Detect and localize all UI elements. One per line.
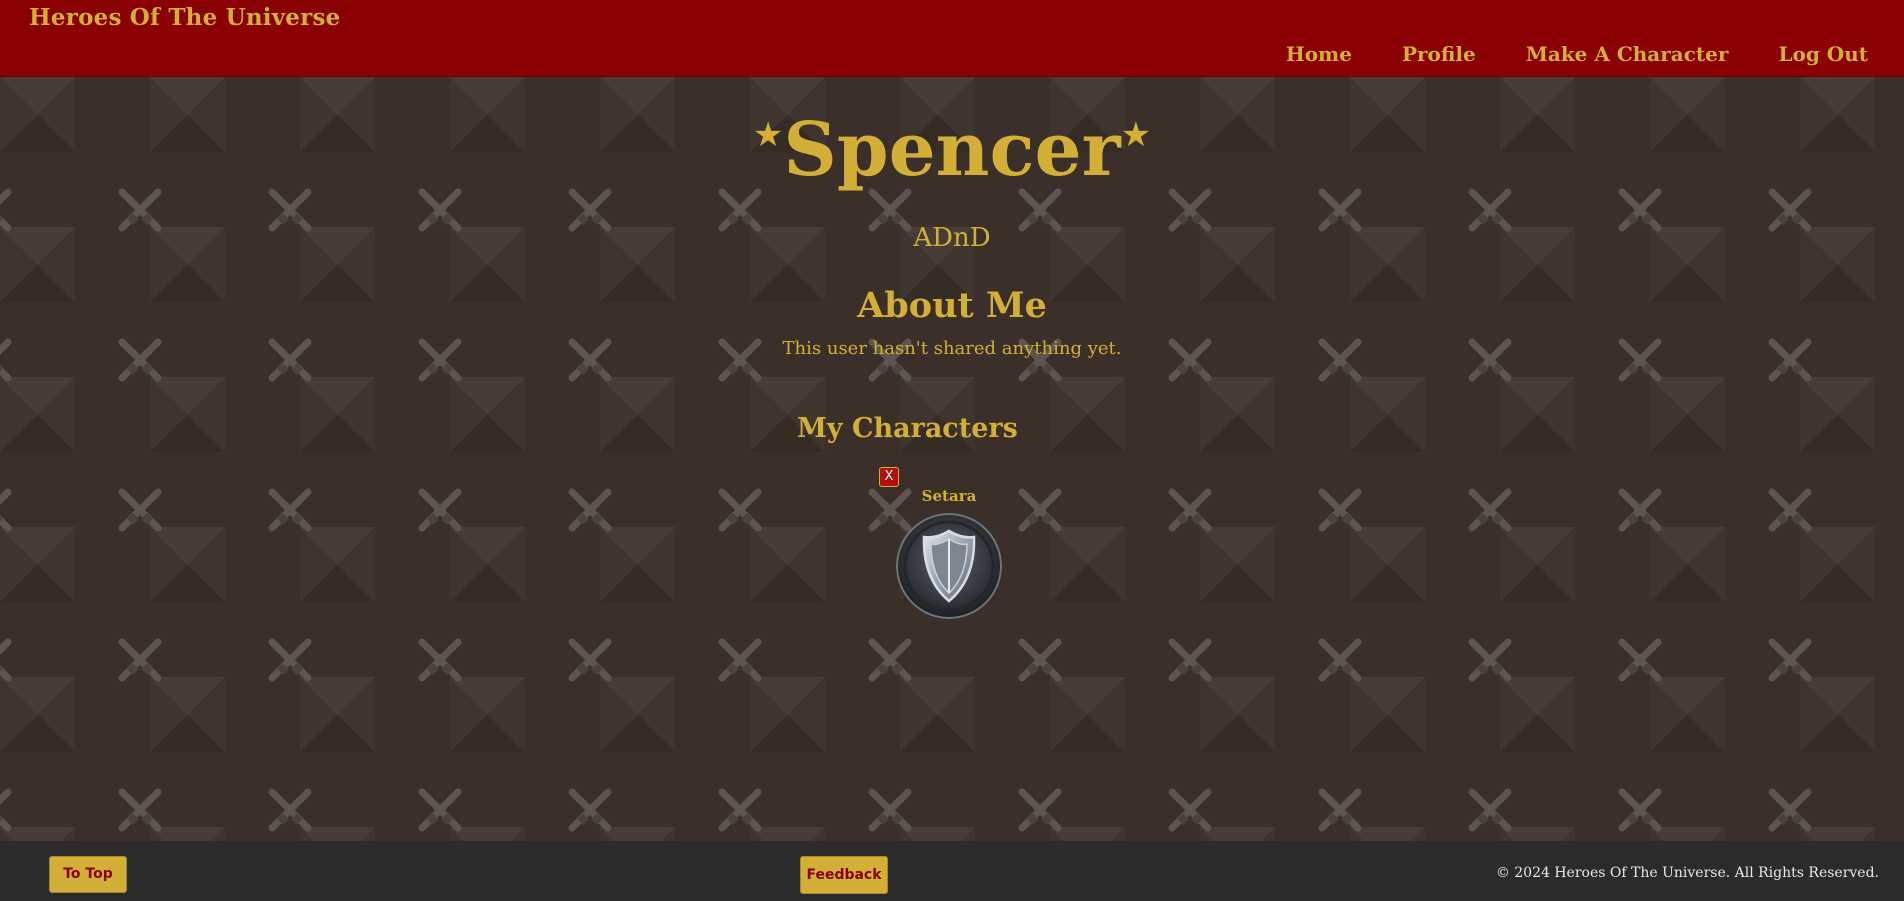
brand-logo-text[interactable]: Heroes Of The Universe	[29, 4, 340, 31]
crossed-swords-icon	[1622, 642, 1658, 678]
about-me-text: This user hasn't shared anything yet.	[782, 338, 1122, 359]
crossed-swords-icon	[422, 792, 458, 828]
crossed-swords-icon	[1622, 792, 1658, 828]
game-system-label: ADnD	[913, 223, 991, 253]
crossed-swords-icon	[1472, 642, 1508, 678]
copyright-text: © 2024 Heroes Of The Universe. All Right…	[1495, 865, 1879, 881]
crossed-swords-icon	[722, 642, 758, 678]
to-top-button[interactable]: To Top	[49, 856, 127, 893]
top-navbar: Heroes Of The Universe Home Profile Make…	[0, 0, 1904, 77]
crossed-swords-icon	[872, 642, 908, 678]
delete-character-button[interactable]: X	[879, 467, 899, 487]
nav-home-link[interactable]: Home	[1286, 42, 1352, 66]
nav-make-character-link[interactable]: Make A Character	[1526, 42, 1729, 66]
crossed-swords-icon	[572, 792, 608, 828]
character-avatar[interactable]	[896, 513, 1002, 619]
crossed-swords-icon	[872, 792, 908, 828]
crossed-swords-icon	[1172, 642, 1208, 678]
crossed-swords-icon	[422, 642, 458, 678]
crossed-swords-icon	[1772, 792, 1808, 828]
profile-title-row: ★ Spencer ★	[0, 107, 1904, 193]
star-icon: ★	[752, 115, 784, 155]
feedback-button[interactable]: Feedback	[800, 856, 888, 894]
nav-logout-link[interactable]: Log Out	[1778, 42, 1868, 66]
star-icon: ★	[1120, 115, 1152, 155]
crossed-swords-icon	[1022, 642, 1058, 678]
crossed-swords-icon	[272, 792, 308, 828]
character-name[interactable]: Setara	[0, 487, 1898, 505]
crossed-swords-icon	[122, 792, 158, 828]
crossed-swords-icon	[0, 642, 8, 678]
page-footer: To Top Feedback © 2024 Heroes Of The Uni…	[0, 841, 1904, 901]
about-me-heading: About Me	[857, 285, 1047, 326]
crossed-swords-icon	[1022, 792, 1058, 828]
crossed-swords-icon	[572, 642, 608, 678]
crossed-swords-icon	[1472, 792, 1508, 828]
main-nav: Home Profile Make A Character Log Out	[1286, 42, 1868, 66]
crossed-swords-icon	[1322, 642, 1358, 678]
crossed-swords-icon	[272, 642, 308, 678]
nav-profile-link[interactable]: Profile	[1402, 42, 1476, 66]
profile-username: Spencer	[783, 107, 1121, 193]
crossed-swords-icon	[0, 792, 8, 828]
crossed-swords-icon	[122, 642, 158, 678]
my-characters-heading: My Characters	[797, 413, 1018, 444]
crossed-swords-icon	[1322, 792, 1358, 828]
crossed-swords-icon	[722, 792, 758, 828]
crossed-swords-icon	[1172, 792, 1208, 828]
crossed-swords-icon	[1772, 642, 1808, 678]
